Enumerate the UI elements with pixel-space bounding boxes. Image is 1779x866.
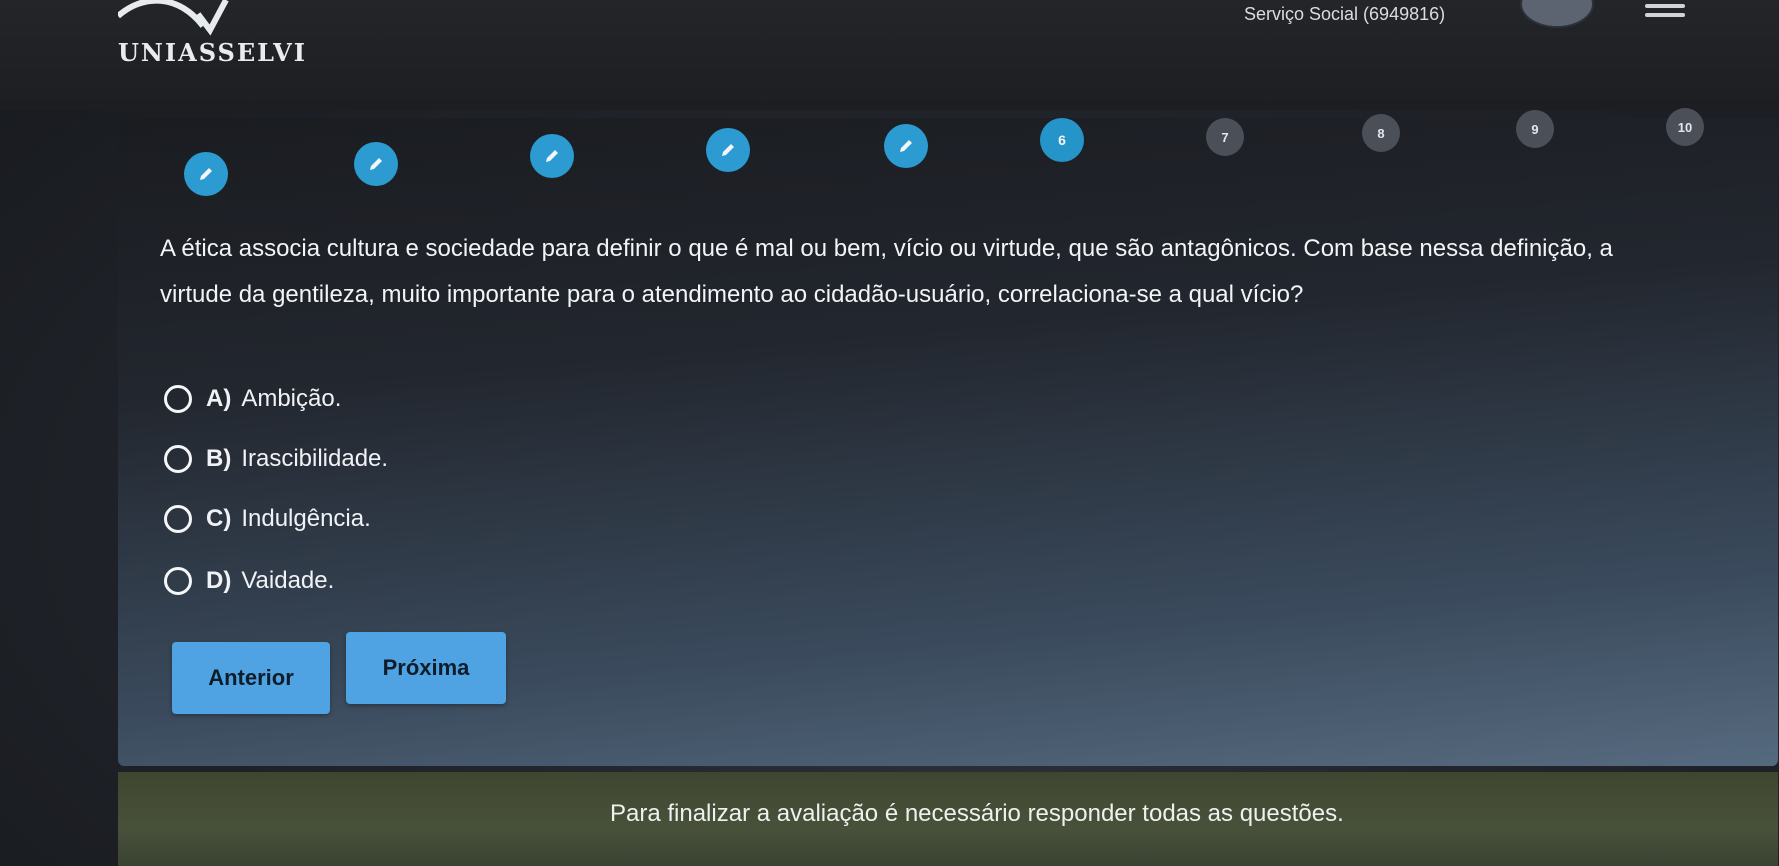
radio-b[interactable]	[164, 445, 192, 473]
option-text: Irascibilidade.	[241, 445, 389, 472]
step-10[interactable]: 10	[1666, 108, 1704, 146]
step-5[interactable]	[884, 124, 928, 168]
pencil-icon	[900, 140, 912, 152]
option-letter: D)	[206, 567, 232, 594]
option-b[interactable]: B) Irascibilidade.	[164, 442, 388, 476]
option-text: Vaidade.	[241, 567, 335, 594]
option-text: Ambição.	[241, 385, 342, 412]
previous-button[interactable]: Anterior	[172, 642, 330, 714]
question-line-1: A ética associa cultura e sociedade para…	[160, 235, 1613, 262]
pencil-icon	[200, 168, 212, 180]
step-1[interactable]	[184, 152, 228, 196]
step-6[interactable]: 6	[1040, 118, 1084, 162]
top-bar: UNIASSELVI Serviço Social (6949816)	[0, 0, 1779, 110]
step-9[interactable]: 9	[1516, 110, 1554, 148]
radio-c[interactable]	[164, 505, 192, 533]
step-7[interactable]: 7	[1206, 118, 1244, 156]
pencil-icon	[546, 150, 558, 162]
option-letter: B)	[206, 445, 232, 472]
next-button[interactable]: Próxima	[346, 632, 506, 704]
step-2[interactable]	[354, 142, 398, 186]
option-letter: A)	[206, 385, 232, 412]
option-letter: C)	[206, 505, 232, 532]
option-text: Indulgência.	[241, 505, 371, 532]
brand-name: UNIASSELVI	[118, 38, 308, 67]
completion-notice-text: Para finalizar a avaliação é necessário …	[610, 800, 1344, 827]
question-line-2: virtude da gentileza, muito importante p…	[160, 281, 1304, 308]
step-3[interactable]	[530, 134, 574, 178]
menu-icon[interactable]	[1645, 4, 1685, 22]
option-d[interactable]: D) Vaidade.	[164, 564, 334, 598]
user-avatar[interactable]	[1520, 0, 1594, 28]
user-course-label: Serviço Social (6949816)	[1244, 4, 1446, 24]
step-8[interactable]: 8	[1362, 114, 1400, 152]
pencil-icon	[370, 158, 382, 170]
question-text: A ética associa cultura e sociedade para…	[160, 226, 1720, 318]
step-4[interactable]	[706, 128, 750, 172]
pencil-icon	[722, 144, 734, 156]
option-a[interactable]: A) Ambição.	[164, 382, 341, 416]
radio-d[interactable]	[164, 567, 192, 595]
radio-a[interactable]	[164, 385, 192, 413]
option-c[interactable]: C) Indulgência.	[164, 502, 371, 536]
